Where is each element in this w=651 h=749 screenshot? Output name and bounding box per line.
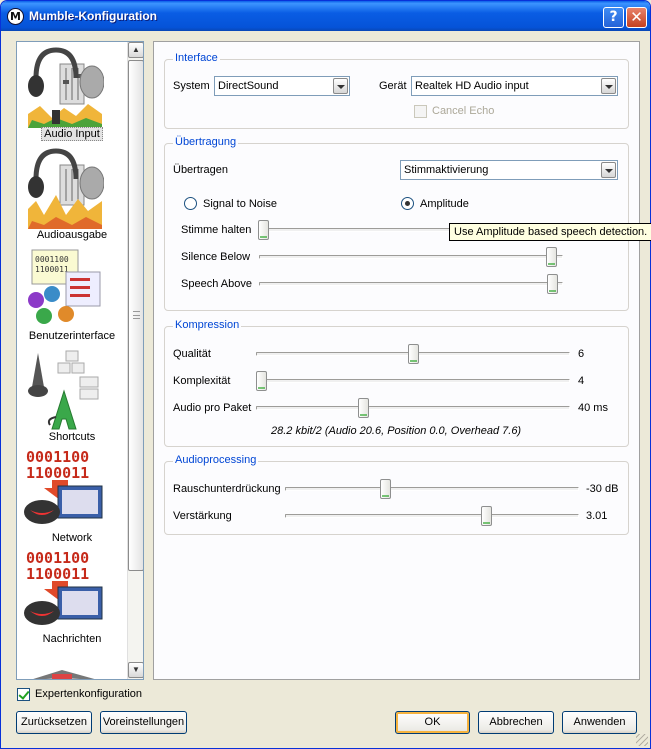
chevron-down-icon[interactable]	[601, 162, 616, 178]
ok-button[interactable]: OK	[395, 711, 470, 734]
messages-binary-icon: 0001100 1100011	[24, 549, 103, 625]
amplification-slider[interactable]	[285, 506, 579, 526]
nav-item-label: Audioausgabe	[36, 229, 108, 241]
slider-thumb[interactable]	[547, 274, 558, 294]
network-binary-icon: 0001100 1100011	[24, 448, 103, 524]
system-label: System	[173, 80, 210, 92]
svg-text:1100011: 1100011	[35, 265, 69, 274]
device-label: Gerät	[379, 80, 407, 92]
config-window: M Mumble-Konfiguration ? ✕ Audio Input A…	[0, 0, 651, 749]
group-title: Kompression	[173, 319, 242, 331]
slider-thumb[interactable]	[546, 247, 557, 267]
user-interface-icon: 0001100 1100011	[28, 249, 101, 324]
amplification-value: 3.01	[586, 510, 608, 522]
voice-hold-label: Stimme halten	[181, 224, 252, 236]
scroll-thumb[interactable]	[128, 60, 143, 571]
speech-above-label: Speech Above	[181, 278, 252, 290]
nav-item-label: Benutzerinterface	[28, 330, 116, 342]
audio-per-packet-value: 40 ms	[578, 402, 608, 414]
complexity-value: 4	[578, 375, 585, 387]
nav-item-messages[interactable]: 0001100 1100011 Nachrichten	[17, 547, 127, 648]
apply-button[interactable]: Anwenden	[562, 711, 637, 734]
help-button[interactable]: ?	[603, 7, 624, 28]
slider-thumb[interactable]	[408, 344, 419, 364]
amplitude-radio-label: Amplitude	[420, 198, 469, 210]
cancel-button[interactable]: Abbrechen	[478, 711, 554, 734]
slider-thumb[interactable]	[358, 398, 369, 418]
settings-category-list[interactable]: Audio Input Audioausgabe 0001100 1100011	[16, 41, 144, 680]
group-title: Interface	[173, 52, 220, 64]
nav-item-user-interface[interactable]: 0001100 1100011 Benutzerinterface	[17, 244, 127, 345]
interface-group: Interface System DirectSound Gerät Realt…	[164, 52, 629, 129]
slider-thumb[interactable]	[258, 220, 269, 240]
slider-thumb[interactable]	[481, 506, 492, 526]
reset-button[interactable]: Zurücksetzen	[16, 711, 92, 734]
nav-item-audio-input[interactable]: Audio Input	[17, 42, 127, 143]
chevron-down-icon[interactable]	[601, 78, 616, 94]
keyboard-shortcut-icon	[28, 350, 99, 430]
compression-group: Kompression Qualität 6 Komplexität 4 Aud…	[164, 319, 629, 447]
quality-value: 6	[578, 348, 585, 360]
microphone-headset-icon	[28, 47, 104, 128]
amplitude-tooltip: Use Amplitude based speech detection.	[449, 223, 651, 241]
chevron-down-icon[interactable]	[333, 78, 348, 94]
mumble-logo-icon: M	[7, 8, 24, 25]
nav-item-label: Audio Input	[41, 127, 103, 141]
audioprocessing-group: Audioprocessing Rauschunterdrückung -30 …	[164, 454, 629, 535]
snr-radio-label: Signal to Noise	[203, 198, 277, 210]
window-title: Mumble-Konfiguration	[29, 9, 157, 23]
snr-radio[interactable]	[184, 197, 197, 210]
quality-label: Qualität	[173, 348, 211, 360]
expert-config-label: Expertenkonfiguration	[35, 688, 143, 700]
nav-item-shortcuts[interactable]: Shortcuts	[17, 345, 127, 446]
svg-text:1100011: 1100011	[26, 464, 89, 482]
silence-below-slider[interactable]	[259, 247, 563, 267]
quality-slider[interactable]	[256, 344, 570, 364]
noise-suppression-value: -30 dB	[586, 483, 619, 495]
grip-icon	[133, 311, 140, 319]
cancel-echo-label: Cancel Echo	[432, 105, 495, 117]
complexity-slider[interactable]	[256, 371, 570, 391]
noise-suppression-slider[interactable]	[285, 479, 579, 499]
close-button[interactable]: ✕	[626, 7, 647, 28]
transmit-select[interactable]: Stimmaktivierung	[400, 160, 618, 180]
plane-icon	[33, 670, 95, 679]
scroll-down-button[interactable]: ▼	[128, 662, 143, 678]
speech-above-slider[interactable]	[259, 274, 563, 294]
amplitude-radio[interactable]	[401, 197, 414, 210]
nav-item-next-partial[interactable]	[17, 648, 127, 679]
nav-scrollbar[interactable]: ▲ ▼	[127, 42, 143, 679]
device-select[interactable]: Realtek HD Audio input	[411, 76, 618, 96]
transmit-label: Übertragen	[173, 164, 229, 176]
bitrate-info: 28.2 kbit/2 (Audio 20.6, Position 0.0, O…	[271, 425, 522, 437]
resize-grip-icon[interactable]	[636, 734, 648, 746]
amplification-label: Verstärkung	[173, 510, 232, 522]
scroll-up-button[interactable]: ▲	[128, 42, 143, 58]
expert-config-checkbox[interactable]	[17, 688, 30, 701]
noise-suppression-label: Rauschunterdrückung	[173, 483, 281, 495]
slider-thumb[interactable]	[380, 479, 391, 499]
defaults-button[interactable]: Voreinstellungen	[100, 711, 187, 734]
title-bar[interactable]: M Mumble-Konfiguration ? ✕	[1, 1, 650, 31]
svg-text:0001100: 0001100	[35, 255, 69, 264]
group-title: Audioprocessing	[173, 454, 259, 466]
complexity-label: Komplexität	[173, 375, 231, 387]
system-select[interactable]: DirectSound	[214, 76, 350, 96]
silence-below-label: Silence Below	[181, 251, 251, 263]
group-title: Übertragung	[173, 136, 239, 148]
headset-speaker-icon	[28, 148, 104, 229]
settings-panel: Interface System DirectSound Gerät Realt…	[153, 41, 640, 680]
nav-item-audio-output[interactable]: Audioausgabe	[17, 143, 127, 244]
audio-per-packet-slider[interactable]	[256, 398, 570, 418]
nav-item-label: Network	[51, 532, 93, 544]
slider-thumb[interactable]	[256, 371, 267, 391]
nav-item-label: Shortcuts	[48, 431, 96, 443]
nav-item-label: Nachrichten	[42, 633, 102, 645]
cancel-echo-checkbox[interactable]	[414, 105, 427, 118]
svg-text:1100011: 1100011	[26, 565, 89, 583]
nav-item-network[interactable]: 0001100 1100011 Network	[17, 446, 127, 547]
audio-per-packet-label: Audio pro Paket	[173, 402, 252, 414]
